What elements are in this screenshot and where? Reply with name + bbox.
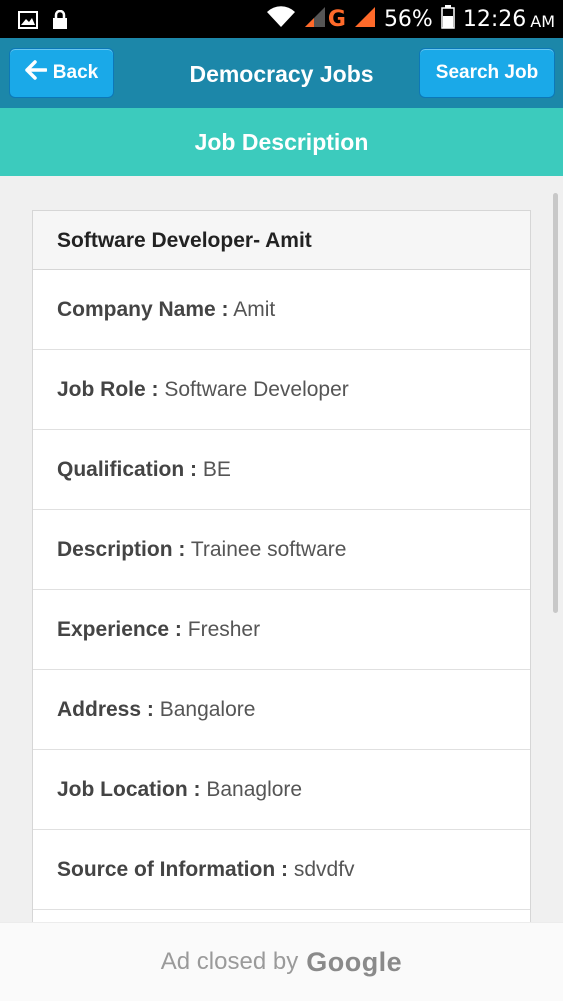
job-field-row: Job Role : Software Developer xyxy=(33,350,530,430)
job-field-value: Software Developer xyxy=(164,378,349,401)
clock-time: 12:26 xyxy=(462,6,527,32)
battery-percent: 56% xyxy=(383,6,433,32)
job-field-value: sdvdfv xyxy=(293,858,355,881)
job-field-row: Source of Information : sdvdfv xyxy=(33,830,530,910)
page-title: Job Description xyxy=(0,108,563,176)
job-field-row: Experience : Fresher xyxy=(33,590,530,670)
wifi-icon xyxy=(266,6,296,32)
job-field-row: Job Location : Banaglore xyxy=(33,750,530,830)
job-field-label: Experience : xyxy=(57,618,182,641)
back-button-label: Back xyxy=(52,62,99,83)
job-field-value: BE xyxy=(202,458,231,481)
ad-banner: Ad closed by Google xyxy=(0,922,563,1001)
network-type-indicator: G xyxy=(327,6,346,32)
job-field-label: Source of Information : xyxy=(57,858,288,881)
job-field-row: Company Name : Amit xyxy=(33,270,530,350)
job-field-value: Fresher xyxy=(187,618,261,641)
job-field-label: Job Role : xyxy=(57,378,159,401)
scrollbar[interactable] xyxy=(553,193,558,613)
battery-icon xyxy=(441,5,455,33)
google-logo: Google xyxy=(306,946,403,977)
signal-icon xyxy=(354,6,376,32)
clock-ampm: AM xyxy=(530,11,555,31)
job-field-row: Address : Bangalore xyxy=(33,670,530,750)
app-header: Back Democracy Jobs Search Job xyxy=(0,38,563,108)
job-field-value: Amit xyxy=(233,298,276,321)
image-icon xyxy=(18,11,38,34)
ad-closed-text: Ad closed by xyxy=(160,948,299,975)
job-field-label: Address : xyxy=(57,698,154,721)
job-detail-card: Software Developer- Amit Company Name : … xyxy=(32,210,531,970)
job-field-value: Bangalore xyxy=(159,698,256,721)
job-field-value: Trainee software xyxy=(190,538,347,561)
job-field-label: Company Name : xyxy=(57,298,229,321)
job-title: Software Developer- Amit xyxy=(33,211,530,270)
job-field-label: Job Location : xyxy=(57,778,201,801)
job-field-row: Qualification : BE xyxy=(33,430,530,510)
job-field-label: Qualification : xyxy=(57,458,198,481)
job-field-label: Description : xyxy=(57,538,186,561)
search-job-button[interactable]: Search Job xyxy=(419,48,555,98)
lock-icon xyxy=(52,9,68,35)
job-field-value: Banaglore xyxy=(206,778,303,801)
arrow-left-icon xyxy=(25,60,48,86)
signal-icon xyxy=(304,6,326,32)
status-bar: G 56% 12:26 AM xyxy=(0,0,563,38)
app-title: Democracy Jobs xyxy=(189,61,374,87)
job-field-row: Description : Trainee software xyxy=(33,510,530,590)
back-button[interactable]: Back xyxy=(9,48,114,98)
